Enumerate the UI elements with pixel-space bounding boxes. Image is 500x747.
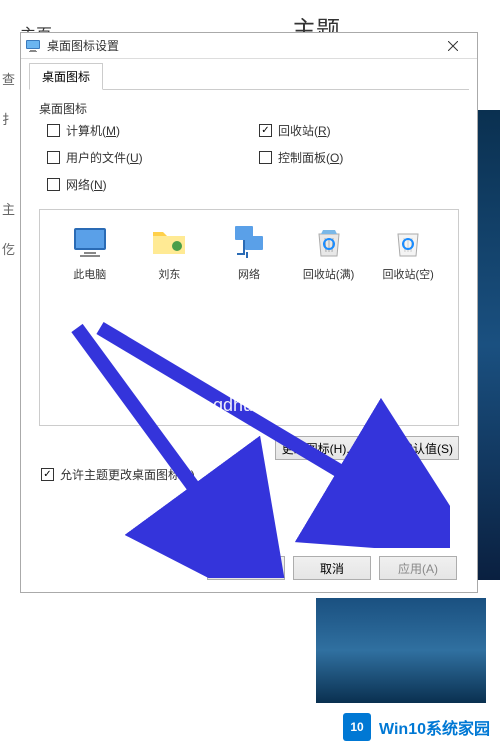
monitor-icon bbox=[25, 38, 41, 54]
checkbox-icon bbox=[259, 151, 272, 164]
tab-desktop-icons[interactable]: 桌面图标 bbox=[29, 63, 103, 90]
checkbox-computer[interactable]: 计算机(M) bbox=[47, 122, 239, 139]
checkbox-icon bbox=[47, 178, 60, 191]
restore-defaults-button[interactable]: 还原默认值(S) bbox=[371, 436, 459, 460]
dialog-titlebar: 桌面图标设置 bbox=[21, 33, 477, 59]
icon-recycle-empty[interactable]: 回收站(空) bbox=[373, 222, 443, 282]
network-icon bbox=[229, 222, 269, 262]
ok-button[interactable]: 确定 bbox=[207, 556, 285, 580]
change-icon-button[interactable]: 更改图标(H)... bbox=[275, 436, 363, 460]
checkbox-icon bbox=[259, 124, 272, 137]
checkbox-icon bbox=[47, 124, 60, 137]
icon-recycle-full[interactable]: 回收站(满) bbox=[294, 222, 364, 282]
icon-user-folder[interactable]: 刘东 bbox=[134, 222, 204, 282]
recycle-full-icon bbox=[309, 222, 349, 262]
bg-sidebar-truncated: 查扌 主仡 bbox=[0, 50, 20, 280]
desktop-icon-settings-dialog: 桌面图标设置 桌面图标 桌面图标 计算机(M) 回收站(R) 用户的文 bbox=[20, 32, 478, 593]
tab-row: 桌面图标 bbox=[29, 63, 469, 90]
checkbox-allow-themes[interactable]: 允许主题更改桌面图标(L) bbox=[29, 466, 469, 483]
this-pc-icon bbox=[70, 222, 110, 262]
bg-theme-thumbnail-2 bbox=[316, 598, 486, 703]
folder-icon bbox=[149, 222, 189, 262]
footer-logo-icon: 10 bbox=[343, 713, 371, 741]
icon-preview-box: 此电脑 刘东 网络 回收站(满) 回收站(空) bbox=[39, 209, 459, 426]
footer-brand: 10 Win10系统家园 bbox=[333, 707, 500, 747]
checkbox-controlpanel[interactable]: 控制面板(O) bbox=[259, 149, 451, 166]
checkbox-icon bbox=[41, 468, 54, 481]
recycle-empty-icon bbox=[388, 222, 428, 262]
checkbox-userfiles[interactable]: 用户的文件(U) bbox=[47, 149, 239, 166]
icon-network[interactable]: 网络 bbox=[214, 222, 284, 282]
footer-brand-text: Win10系统家园 bbox=[379, 715, 490, 739]
close-button[interactable] bbox=[433, 34, 473, 58]
checkbox-recyclebin[interactable]: 回收站(R) bbox=[259, 122, 451, 139]
checkbox-icon bbox=[47, 151, 60, 164]
apply-button[interactable]: 应用(A) bbox=[379, 556, 457, 580]
checkbox-network[interactable]: 网络(N) bbox=[47, 176, 239, 193]
cancel-button[interactable]: 取消 bbox=[293, 556, 371, 580]
close-icon bbox=[448, 41, 458, 51]
icon-this-pc[interactable]: 此电脑 bbox=[55, 222, 125, 282]
dialog-title-text: 桌面图标设置 bbox=[47, 37, 433, 54]
group-title: 桌面图标 bbox=[39, 100, 459, 117]
